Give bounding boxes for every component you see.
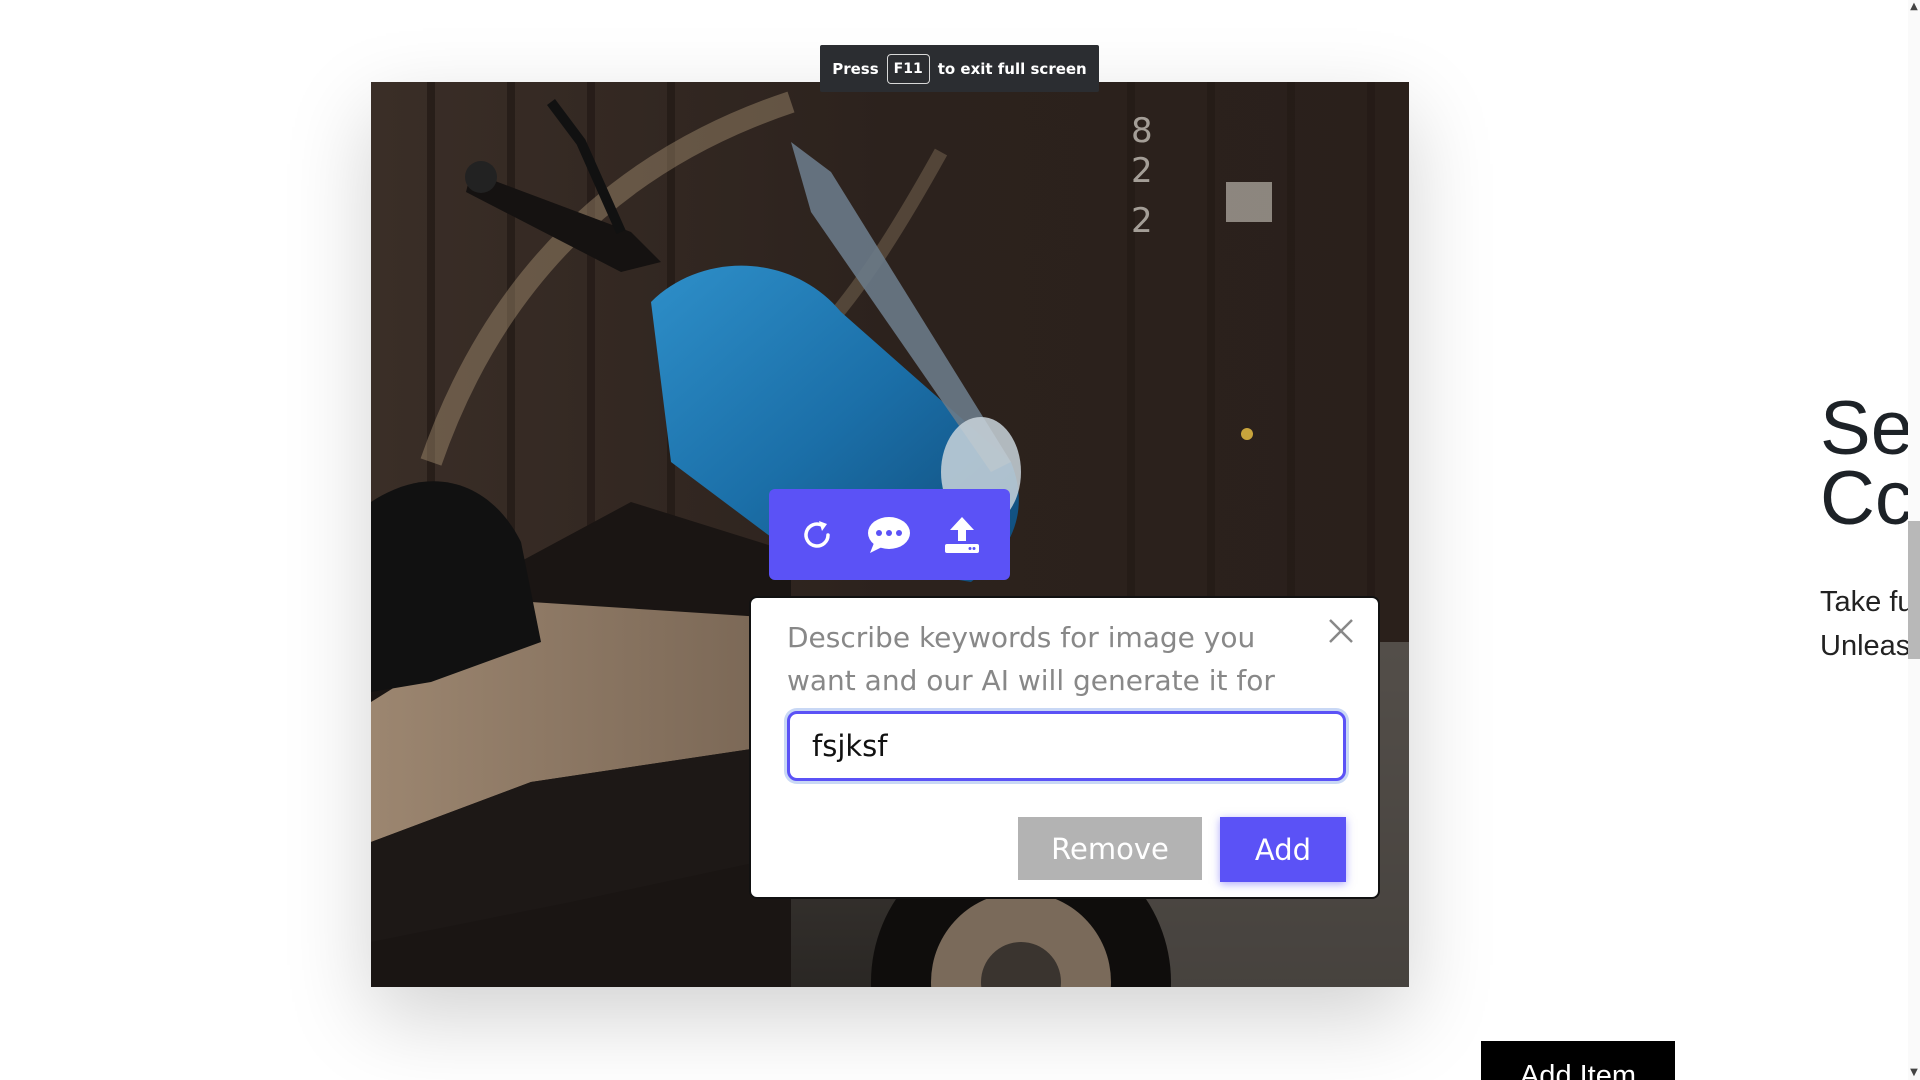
section-heading: Se Cc bbox=[1820, 386, 1913, 541]
svg-text:2: 2 bbox=[1131, 151, 1153, 191]
scroll-down-arrow-icon[interactable]: ▼ bbox=[1909, 1068, 1919, 1078]
fullscreen-toast: Press F11 to exit full screen bbox=[820, 45, 1099, 92]
regenerate-button[interactable] bbox=[787, 505, 847, 565]
add-button[interactable]: Add bbox=[1220, 817, 1346, 882]
upload-icon bbox=[944, 516, 979, 553]
close-icon bbox=[1329, 619, 1353, 643]
page-scrollbar[interactable]: ▲ ▼ bbox=[1908, 0, 1920, 1080]
toast-suffix: to exit full screen bbox=[937, 59, 1087, 78]
toast-prefix: Press bbox=[832, 59, 879, 78]
refresh-icon bbox=[804, 520, 830, 548]
add-item-button[interactable]: Add Item bbox=[1481, 1041, 1675, 1080]
scrollbar-thumb[interactable] bbox=[1908, 521, 1920, 659]
ai-prompt-button[interactable] bbox=[859, 505, 919, 565]
ai-generate-dialog: Describe keywords for image you want and… bbox=[749, 596, 1380, 899]
image-toolbar bbox=[769, 489, 1010, 580]
keywords-input[interactable] bbox=[787, 711, 1346, 781]
remove-button[interactable]: Remove bbox=[1018, 817, 1202, 880]
svg-text:2: 2 bbox=[1131, 201, 1153, 241]
scroll-up-arrow-icon[interactable]: ▲ bbox=[1909, 2, 1919, 12]
svg-text:8: 8 bbox=[1131, 111, 1153, 151]
chat-bubble-icon bbox=[868, 516, 911, 553]
toast-key: F11 bbox=[886, 53, 930, 84]
upload-button[interactable] bbox=[932, 505, 992, 565]
section-text: Take fu Unleas bbox=[1820, 586, 1914, 662]
close-button[interactable] bbox=[1324, 614, 1358, 648]
page: Press F11 to exit full screen 8 2 2 Desc… bbox=[0, 0, 1920, 1080]
